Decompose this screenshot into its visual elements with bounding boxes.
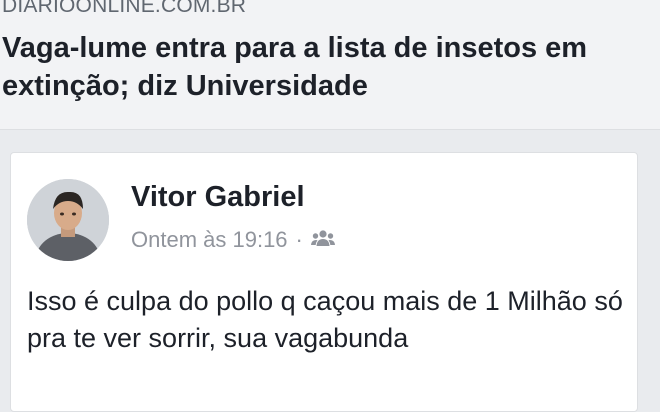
avatar-image [27,179,109,261]
post-text: Isso é culpa do pollo q caçou mais de 1 … [27,286,623,353]
meta-separator: · [295,227,303,252]
avatar[interactable] [27,179,109,261]
link-title[interactable]: Vaga-lume entra para a lista de insetos … [2,29,652,105]
timestamp[interactable]: Ontem às 19:16 [131,227,288,253]
comment-card: Vitor Gabriel Ontem às 19:16 · Isso é cu… [10,152,638,412]
friends-icon[interactable] [310,227,335,253]
link-preview[interactable]: DIARIOONLINE.COM.BR Vaga-lume entra para… [0,0,660,130]
author-name[interactable]: Vitor Gabriel [131,181,305,214]
divider [0,130,660,152]
link-domain: DIARIOONLINE.COM.BR [2,0,247,17]
post-meta: Ontem às 19:16 · [131,227,335,253]
